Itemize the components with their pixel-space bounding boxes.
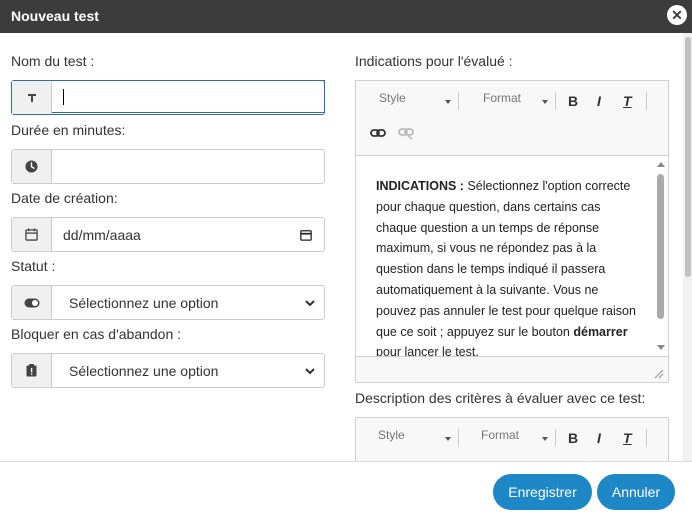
italic-button[interactable]: I bbox=[597, 93, 601, 109]
instructions-content[interactable]: INDICATIONS : Sélectionnez l'option corr… bbox=[356, 155, 668, 357]
creation-date-label: Date de création: bbox=[11, 190, 118, 206]
bold-button[interactable]: B bbox=[568, 430, 578, 446]
format-combo[interactable]: Format bbox=[481, 428, 519, 442]
duration-group bbox=[11, 149, 325, 184]
test-name-group bbox=[11, 80, 325, 115]
text-t-icon bbox=[12, 81, 52, 114]
scroll-thumb[interactable] bbox=[657, 174, 664, 319]
link-icon[interactable] bbox=[370, 128, 386, 138]
instructions-body-1: Sélectionnez l'option correcte pour chaq… bbox=[376, 179, 636, 339]
toolbar-separator bbox=[555, 429, 556, 447]
bold-button[interactable]: B bbox=[568, 93, 578, 109]
cancel-button[interactable]: Annuler bbox=[597, 474, 675, 510]
status-label: Statut : bbox=[11, 258, 56, 274]
close-icon[interactable]: ✕ bbox=[667, 5, 687, 25]
instructions-toolbar: Style Format B I T bbox=[356, 81, 668, 155]
dialog-scrollbar[interactable] bbox=[683, 33, 692, 461]
chevron-down-icon bbox=[305, 367, 315, 374]
clear-format-button[interactable]: T bbox=[623, 430, 632, 446]
scroll-down-arrow-icon[interactable] bbox=[657, 345, 665, 350]
status-selected-value: Sélectionnez une option bbox=[69, 294, 219, 311]
toolbar-separator bbox=[458, 92, 459, 110]
instructions-label: Indications pour l'évalué : bbox=[355, 53, 513, 69]
status-select[interactable]: Sélectionnez une option bbox=[52, 286, 324, 319]
clear-format-button[interactable]: T bbox=[623, 93, 632, 109]
date-picker-icon[interactable] bbox=[300, 229, 312, 241]
block-on-abandon-label: Bloquer en cas d'abandon : bbox=[11, 326, 182, 342]
instructions-body-2: pour lancer le test. bbox=[376, 345, 479, 357]
criteria-label: Description des critères à évaluer avec … bbox=[355, 390, 646, 406]
criteria-editor: Style Format B I T bbox=[355, 417, 669, 461]
style-combo[interactable]: Style bbox=[379, 91, 406, 105]
date-placeholder: dd/mm/aaaa bbox=[63, 226, 141, 243]
save-button[interactable]: Enregistrer bbox=[493, 474, 592, 510]
duration-input[interactable] bbox=[52, 150, 324, 183]
new-test-dialog: Nouveau test ✕ Nom du test : Durée en mi… bbox=[0, 0, 692, 519]
clipboard-alert-icon bbox=[12, 354, 52, 387]
criteria-toolbar: Style Format B I T bbox=[356, 418, 668, 462]
italic-button[interactable]: I bbox=[597, 430, 601, 446]
instructions-lead: INDICATIONS : bbox=[376, 179, 464, 193]
block-selected-value: Sélectionnez une option bbox=[69, 362, 219, 379]
text-caret bbox=[63, 88, 64, 105]
style-combo[interactable]: Style bbox=[378, 428, 405, 442]
unlink-icon[interactable] bbox=[398, 128, 414, 140]
block-on-abandon-group: Sélectionnez une option bbox=[11, 353, 325, 388]
format-combo[interactable]: Format bbox=[483, 91, 521, 105]
duration-label: Durée en minutes: bbox=[11, 122, 126, 138]
calendar-icon bbox=[12, 218, 52, 251]
dialog-scroll-thumb[interactable] bbox=[685, 37, 691, 277]
toggle-icon bbox=[12, 286, 52, 319]
format-combo-arrow-icon bbox=[542, 100, 548, 104]
toolbar-separator bbox=[646, 92, 647, 110]
toolbar-separator bbox=[646, 429, 647, 447]
instructions-editor: Style Format B I T INDICATIONS : Sélecti… bbox=[355, 80, 669, 383]
scroll-up-arrow-icon[interactable] bbox=[657, 162, 665, 167]
resize-handle-icon[interactable] bbox=[654, 369, 664, 379]
status-group: Sélectionnez une option bbox=[11, 285, 325, 320]
instructions-start-word: démarrer bbox=[573, 324, 628, 339]
format-combo-arrow-icon bbox=[542, 437, 548, 441]
dialog-title: Nouveau test bbox=[11, 8, 99, 24]
instructions-text: INDICATIONS : Sélectionnez l'option corr… bbox=[376, 176, 638, 357]
dialog-titlebar: Nouveau test ✕ bbox=[0, 0, 692, 33]
content-scrollbar[interactable] bbox=[654, 156, 668, 356]
style-combo-arrow-icon bbox=[445, 100, 451, 104]
test-name-label: Nom du test : bbox=[11, 53, 95, 69]
clock-icon bbox=[12, 150, 52, 183]
creation-date-group: dd/mm/aaaa bbox=[11, 217, 325, 252]
chevron-down-icon bbox=[305, 299, 315, 306]
block-on-abandon-select[interactable]: Sélectionnez une option bbox=[52, 354, 324, 387]
dialog-footer: Enregistrer Annuler bbox=[0, 461, 692, 519]
test-name-input[interactable] bbox=[52, 80, 325, 113]
toolbar-separator bbox=[458, 429, 459, 447]
toolbar-separator bbox=[555, 92, 556, 110]
creation-date-input[interactable]: dd/mm/aaaa bbox=[52, 218, 324, 251]
style-combo-arrow-icon bbox=[445, 437, 451, 441]
